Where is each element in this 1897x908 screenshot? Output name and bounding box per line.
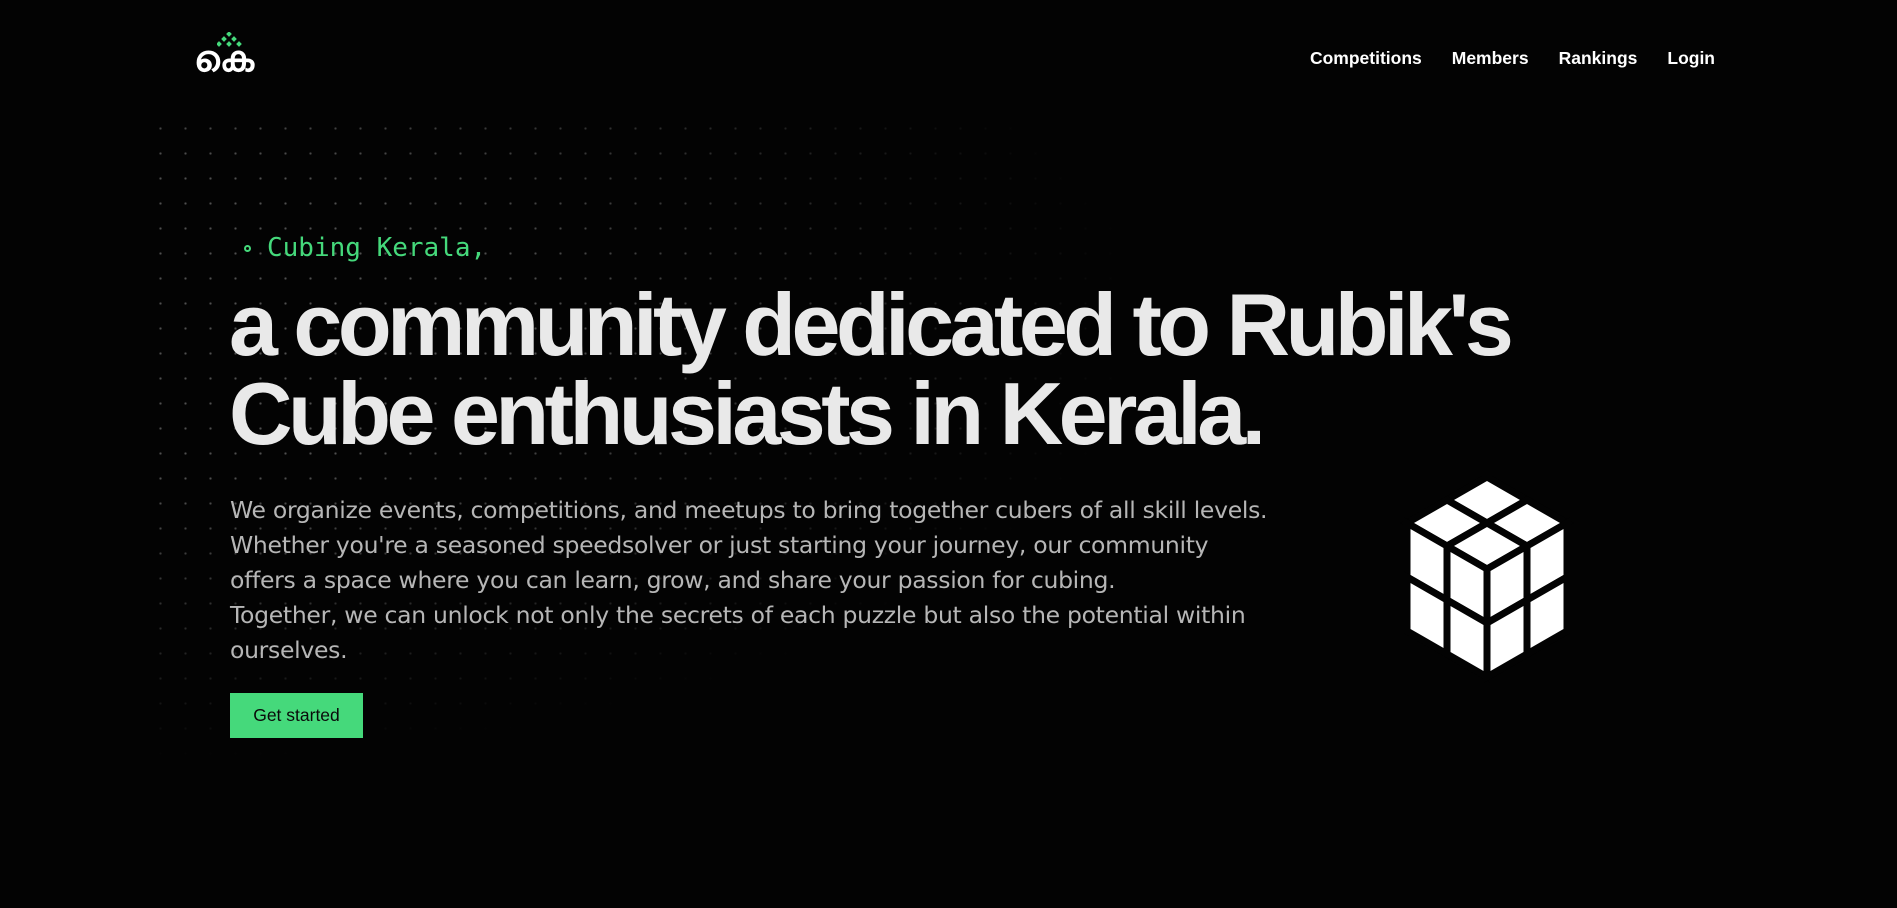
description-line: Together, we can unlock not only the sec… <box>230 601 1246 629</box>
site-logo[interactable]: കെ <box>194 32 266 80</box>
nav-link-login[interactable]: Login <box>1667 46 1715 70</box>
logo-text: കെ <box>194 39 254 80</box>
nav-link-competitions[interactable]: Competitions <box>1310 46 1422 70</box>
description-line: offers a space where you can learn, grow… <box>230 566 1116 594</box>
headline-line-2: Cube enthusiasts in Kerala. <box>229 364 1266 463</box>
bullet-icon <box>244 244 251 252</box>
get-started-button[interactable]: Get started <box>230 693 363 738</box>
nav-link-rankings[interactable]: Rankings <box>1559 46 1638 70</box>
rubiks-cube-icon <box>1399 476 1575 684</box>
description-line: Whether you're a seasoned speedsolver or… <box>230 531 1209 559</box>
eyebrow-text: Cubing Kerala, <box>267 233 487 263</box>
headline-line-1: a community dedicated to Rubik's <box>229 275 1514 374</box>
top-nav: Competitions Members Rankings Login <box>1310 46 1715 70</box>
hero-description: We organize events, competitions, and me… <box>230 493 1320 668</box>
hero-headline: a community dedicated to Rubik's Cube en… <box>229 280 1649 458</box>
nav-link-members[interactable]: Members <box>1452 46 1529 70</box>
description-line: ourselves. <box>230 636 348 664</box>
description-line: We organize events, competitions, and me… <box>230 496 1268 524</box>
hero-eyebrow: Cubing Kerala, <box>244 231 486 265</box>
